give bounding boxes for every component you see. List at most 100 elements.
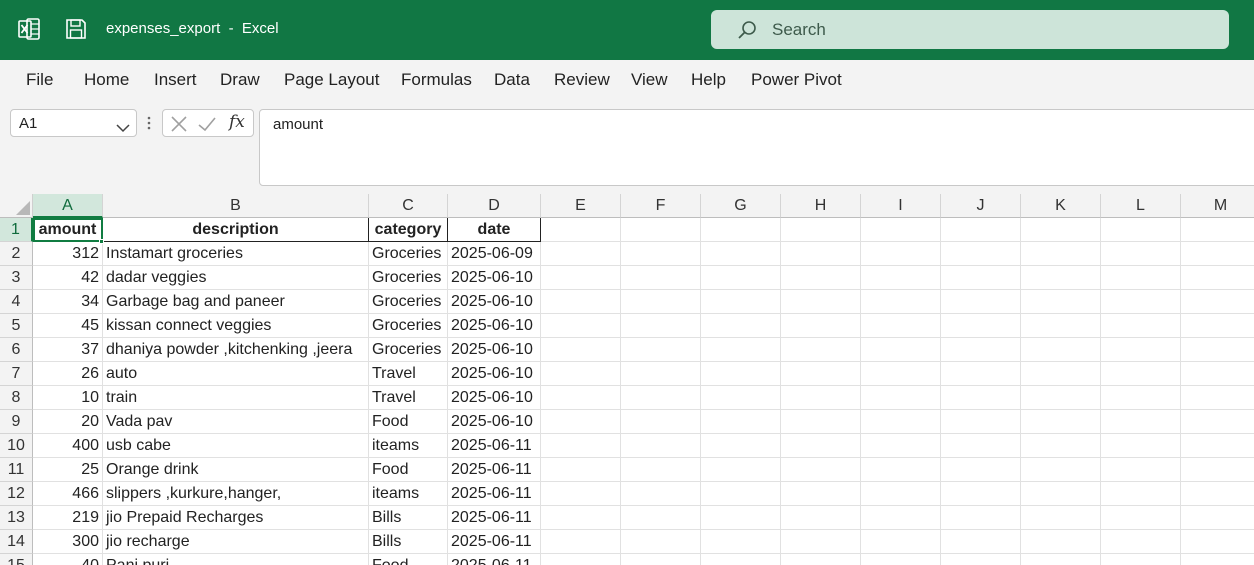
cell-e9[interactable]	[541, 410, 621, 434]
cell-a8[interactable]: 10	[33, 386, 103, 410]
cell-m15[interactable]	[1181, 554, 1254, 565]
fill-handle[interactable]	[99, 239, 104, 244]
cell-d11[interactable]: 2025-06-11	[448, 458, 541, 482]
cell-i5[interactable]	[861, 314, 941, 338]
cell-i4[interactable]	[861, 290, 941, 314]
cell-g7[interactable]	[701, 362, 781, 386]
cell-e14[interactable]	[541, 530, 621, 554]
cell-j3[interactable]	[941, 266, 1021, 290]
cell-k4[interactable]	[1021, 290, 1101, 314]
cell-i12[interactable]	[861, 482, 941, 506]
cell-f15[interactable]	[621, 554, 701, 565]
cell-h1[interactable]	[781, 218, 861, 242]
cell-m4[interactable]	[1181, 290, 1254, 314]
cell-c6[interactable]: Groceries	[369, 338, 448, 362]
tab-view[interactable]: View	[631, 70, 668, 90]
row-header-1[interactable]: 1	[0, 218, 33, 242]
cell-g4[interactable]	[701, 290, 781, 314]
cell-j10[interactable]	[941, 434, 1021, 458]
column-header-a[interactable]: A	[33, 194, 103, 218]
cell-e7[interactable]	[541, 362, 621, 386]
cell-k9[interactable]	[1021, 410, 1101, 434]
cell-f1[interactable]	[621, 218, 701, 242]
cell-j13[interactable]	[941, 506, 1021, 530]
cell-e3[interactable]	[541, 266, 621, 290]
cell-f13[interactable]	[621, 506, 701, 530]
cell-a15[interactable]: 40	[33, 554, 103, 565]
column-header-g[interactable]: G	[701, 194, 781, 218]
cell-a2[interactable]: 312	[33, 242, 103, 266]
cell-h5[interactable]	[781, 314, 861, 338]
cell-d2[interactable]: 2025-06-09	[448, 242, 541, 266]
cell-d1[interactable]: date	[448, 218, 541, 242]
cell-j5[interactable]	[941, 314, 1021, 338]
cell-i3[interactable]	[861, 266, 941, 290]
cell-k10[interactable]	[1021, 434, 1101, 458]
cell-f5[interactable]	[621, 314, 701, 338]
cell-g10[interactable]	[701, 434, 781, 458]
cell-k11[interactable]	[1021, 458, 1101, 482]
cell-m3[interactable]	[1181, 266, 1254, 290]
cell-b6[interactable]: dhaniya powder ,kitchenking ,jeera	[103, 338, 369, 362]
cell-j7[interactable]	[941, 362, 1021, 386]
cell-h3[interactable]	[781, 266, 861, 290]
cell-h7[interactable]	[781, 362, 861, 386]
column-header-j[interactable]: J	[941, 194, 1021, 218]
cell-j9[interactable]	[941, 410, 1021, 434]
cell-l14[interactable]	[1101, 530, 1181, 554]
cell-i9[interactable]	[861, 410, 941, 434]
cell-l4[interactable]	[1101, 290, 1181, 314]
cell-a5[interactable]: 45	[33, 314, 103, 338]
cell-l8[interactable]	[1101, 386, 1181, 410]
cancel-icon[interactable]	[169, 114, 189, 138]
cell-a6[interactable]: 37	[33, 338, 103, 362]
cell-m8[interactable]	[1181, 386, 1254, 410]
tab-insert[interactable]: Insert	[154, 70, 197, 90]
cell-m11[interactable]	[1181, 458, 1254, 482]
cell-e15[interactable]	[541, 554, 621, 565]
cell-m9[interactable]	[1181, 410, 1254, 434]
cell-k15[interactable]	[1021, 554, 1101, 565]
column-header-l[interactable]: L	[1101, 194, 1181, 218]
cell-c7[interactable]: Travel	[369, 362, 448, 386]
cell-c10[interactable]: iteams	[369, 434, 448, 458]
cell-c11[interactable]: Food	[369, 458, 448, 482]
cell-b8[interactable]: train	[103, 386, 369, 410]
more-options-icon[interactable]	[146, 114, 152, 136]
cell-m7[interactable]	[1181, 362, 1254, 386]
cell-k14[interactable]	[1021, 530, 1101, 554]
cell-i13[interactable]	[861, 506, 941, 530]
row-header-10[interactable]: 10	[0, 434, 33, 458]
cell-k5[interactable]	[1021, 314, 1101, 338]
cell-m13[interactable]	[1181, 506, 1254, 530]
cell-g3[interactable]	[701, 266, 781, 290]
select-all-corner[interactable]	[0, 194, 33, 218]
tab-formulas[interactable]: Formulas	[401, 70, 472, 90]
row-header-13[interactable]: 13	[0, 506, 33, 530]
cell-f4[interactable]	[621, 290, 701, 314]
cell-e2[interactable]	[541, 242, 621, 266]
tab-power-pivot[interactable]: Power Pivot	[751, 70, 842, 90]
cell-g8[interactable]	[701, 386, 781, 410]
cell-d6[interactable]: 2025-06-10	[448, 338, 541, 362]
column-header-b[interactable]: B	[103, 194, 369, 218]
cell-f3[interactable]	[621, 266, 701, 290]
cell-l3[interactable]	[1101, 266, 1181, 290]
cell-d8[interactable]: 2025-06-10	[448, 386, 541, 410]
cell-j2[interactable]	[941, 242, 1021, 266]
cell-i14[interactable]	[861, 530, 941, 554]
cell-g9[interactable]	[701, 410, 781, 434]
cell-g15[interactable]	[701, 554, 781, 565]
cell-f12[interactable]	[621, 482, 701, 506]
cell-e13[interactable]	[541, 506, 621, 530]
cell-c15[interactable]: Food	[369, 554, 448, 565]
cell-c9[interactable]: Food	[369, 410, 448, 434]
tab-help[interactable]: Help	[691, 70, 726, 90]
cell-l5[interactable]	[1101, 314, 1181, 338]
column-header-c[interactable]: C	[369, 194, 448, 218]
cell-c4[interactable]: Groceries	[369, 290, 448, 314]
cell-b15[interactable]: Pani puri	[103, 554, 369, 565]
cell-e6[interactable]	[541, 338, 621, 362]
cell-k2[interactable]	[1021, 242, 1101, 266]
insert-function-icon[interactable]: fx	[229, 112, 245, 132]
